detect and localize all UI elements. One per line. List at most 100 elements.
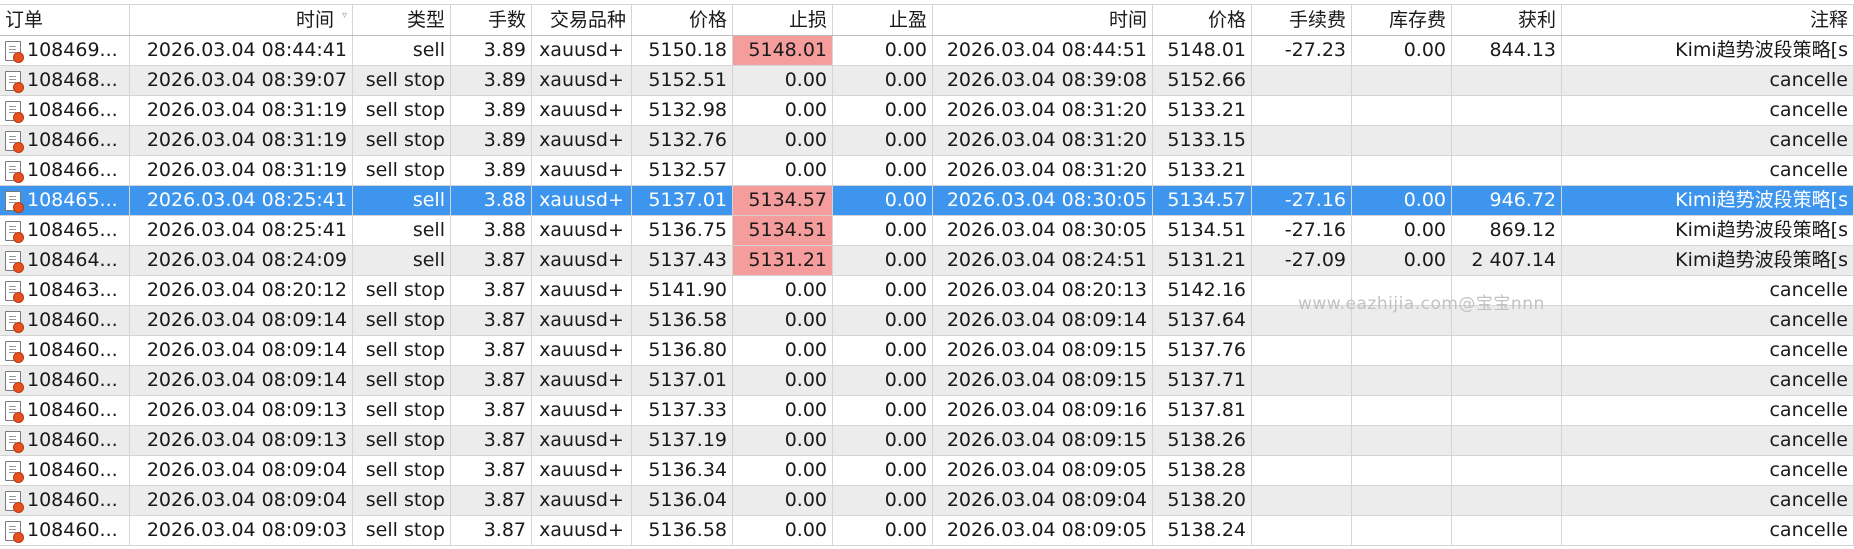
cell-text: 3.89 <box>483 129 526 151</box>
cell-order: 108460... <box>0 516 130 545</box>
column-header-order[interactable]: 订单 <box>0 5 130 35</box>
cell-close-time: 2026.03.04 08:31:20 <box>933 96 1153 125</box>
table-row[interactable]: 108464... 2026.03.04 08:24:09 sell 3.87 xauu… <box>0 246 1854 276</box>
table-row[interactable]: 108468... 2026.03.04 08:39:07 sell stop 3.8… <box>0 66 1854 96</box>
cell-tp: 0.00 <box>833 366 933 395</box>
cell-tp: 0.00 <box>833 36 933 65</box>
cell-text: xauusd+ <box>539 489 624 511</box>
cell-text: 5133.21 <box>1167 99 1246 121</box>
cell-tp: 0.00 <box>833 156 933 185</box>
cell-text: sell stop <box>365 459 445 481</box>
column-header-close-price[interactable]: 价格 <box>1153 5 1252 35</box>
table-row[interactable]: 108466... 2026.03.04 08:31:19 sell stop 3.8… <box>0 156 1854 186</box>
cell-text: xauusd+ <box>539 249 624 271</box>
column-header-comment[interactable]: 注释 <box>1562 5 1854 35</box>
cell-text: 2026.03.04 08:09:14 <box>146 339 347 361</box>
column-header-label: 注释 <box>1809 8 1848 31</box>
cell-order: 108468... <box>0 66 130 95</box>
column-header-lots[interactable]: 手数 <box>451 5 532 35</box>
table-row[interactable]: 108466... 2026.03.04 08:31:19 sell stop 3.8… <box>0 96 1854 126</box>
column-header-close-time[interactable]: 时间 <box>933 5 1153 35</box>
table-row[interactable]: 108460... 2026.03.04 08:09:14 sell stop 3.8… <box>0 306 1854 336</box>
table-row[interactable]: 108460... 2026.03.04 08:09:04 sell stop 3.8… <box>0 486 1854 516</box>
cell-text: 2026.03.04 08:44:51 <box>946 39 1147 61</box>
column-header-symbol[interactable]: 交易品种 <box>532 5 632 35</box>
column-header-swap[interactable]: 库存费 <box>1352 5 1452 35</box>
cell-lots: 3.87 <box>451 426 532 455</box>
cell-text: 108465... <box>27 191 118 210</box>
table-row[interactable]: 108460... 2026.03.04 08:09:04 sell stop 3.8… <box>0 456 1854 486</box>
cell-type: sell stop <box>353 426 451 455</box>
cell-type: sell stop <box>353 366 451 395</box>
column-header-commission[interactable]: 手续费 <box>1252 5 1352 35</box>
cell-text: 108460... <box>27 341 118 360</box>
cell-text: 5148.01 <box>748 39 827 61</box>
cell-close-time: 2026.03.04 08:30:05 <box>933 216 1153 245</box>
table-row[interactable]: 108463... 2026.03.04 08:20:12 sell stop 3.8… <box>0 276 1854 306</box>
cell-text: 0.00 <box>884 309 927 331</box>
column-header-tp[interactable]: 止盈 <box>833 5 933 35</box>
cell-text: xauusd+ <box>539 369 624 391</box>
column-header-type[interactable]: 类型 <box>353 5 451 35</box>
cell-open-time: 2026.03.04 08:20:12 <box>130 276 353 305</box>
order-document-icon <box>5 160 24 183</box>
cell-profit <box>1452 396 1562 425</box>
cell-text: 2 407.14 <box>1471 249 1556 271</box>
cell-comment: Kimi趋势波段策略[s <box>1562 36 1854 65</box>
cell-type: sell stop <box>353 516 451 545</box>
cell-comment: cancelle <box>1562 276 1854 305</box>
cell-text: 2026.03.04 08:30:05 <box>946 219 1147 241</box>
order-document-icon <box>5 250 24 273</box>
table-row[interactable]: 108460... 2026.03.04 08:09:03 sell stop 3.8… <box>0 516 1854 546</box>
column-header-open-time[interactable]: 时间 ▿ <box>130 5 353 35</box>
cell-commission: -27.09 <box>1252 246 1352 275</box>
cell-text: 5141.90 <box>648 279 727 301</box>
table-row[interactable]: 108465... 2026.03.04 08:25:41 sell 3.88 xauu… <box>0 186 1854 216</box>
cell-text: 0.00 <box>884 69 927 91</box>
cell-close-price: 5134.51 <box>1153 216 1252 245</box>
cell-open-price: 5132.76 <box>632 126 733 155</box>
table-row[interactable]: 108465... 2026.03.04 08:25:41 sell 3.88 xauu… <box>0 216 1854 246</box>
cell-text: -27.16 <box>1284 219 1346 241</box>
cell-symbol: xauusd+ <box>532 216 632 245</box>
cell-swap <box>1352 396 1452 425</box>
table-row[interactable]: 108460... 2026.03.04 08:09:13 sell stop 3.8… <box>0 426 1854 456</box>
cell-commission <box>1252 516 1352 545</box>
cell-text: xauusd+ <box>539 459 624 481</box>
cell-text: 5131.21 <box>1167 249 1246 271</box>
table-row[interactable]: 108460... 2026.03.04 08:09:13 sell stop 3.8… <box>0 396 1854 426</box>
table-body: 108469... 2026.03.04 08:44:41 sell 3.89 xauu… <box>0 36 1854 546</box>
cell-swap <box>1352 336 1452 365</box>
column-header-label: 库存费 <box>1388 8 1446 31</box>
column-header-open-price[interactable]: 价格 <box>632 5 733 35</box>
sort-indicator-icon[interactable]: ▿ <box>342 11 347 21</box>
table-row[interactable]: 108466... 2026.03.04 08:31:19 sell stop 3.8… <box>0 126 1854 156</box>
column-header-profit[interactable]: 获利 <box>1452 5 1562 35</box>
cell-close-price: 5137.76 <box>1153 336 1252 365</box>
table-row[interactable]: 108460... 2026.03.04 08:09:14 sell stop 3.8… <box>0 366 1854 396</box>
table-row[interactable]: 108469... 2026.03.04 08:44:41 sell 3.89 xauu… <box>0 36 1854 66</box>
cell-lots: 3.89 <box>451 36 532 65</box>
cell-text: 0.00 <box>884 429 927 451</box>
cell-comment: cancelle <box>1562 486 1854 515</box>
cell-text: 946.72 <box>1489 189 1556 211</box>
cell-close-time: 2026.03.04 08:24:51 <box>933 246 1153 275</box>
column-header-sl[interactable]: 止损 <box>733 5 833 35</box>
cell-order: 108466... <box>0 156 130 185</box>
cell-text: 0.00 <box>884 369 927 391</box>
cell-text: 0.00 <box>784 129 827 151</box>
cell-text: 0.00 <box>884 279 927 301</box>
table-row[interactable]: 108460... 2026.03.04 08:09:14 sell stop 3.8… <box>0 336 1854 366</box>
order-document-icon <box>5 40 24 63</box>
cell-sl: 5134.51 <box>733 216 833 245</box>
cell-text: 2026.03.04 08:09:04 <box>146 489 347 511</box>
cell-text: 3.87 <box>483 399 526 421</box>
cell-text: sell stop <box>365 159 445 181</box>
cell-tp: 0.00 <box>833 486 933 515</box>
cell-lots: 3.89 <box>451 96 532 125</box>
cell-text: 108469... <box>27 41 118 60</box>
cell-text: 3.89 <box>483 99 526 121</box>
cell-close-price: 5138.20 <box>1153 486 1252 515</box>
cell-sl: 0.00 <box>733 396 833 425</box>
cell-order: 108466... <box>0 126 130 155</box>
